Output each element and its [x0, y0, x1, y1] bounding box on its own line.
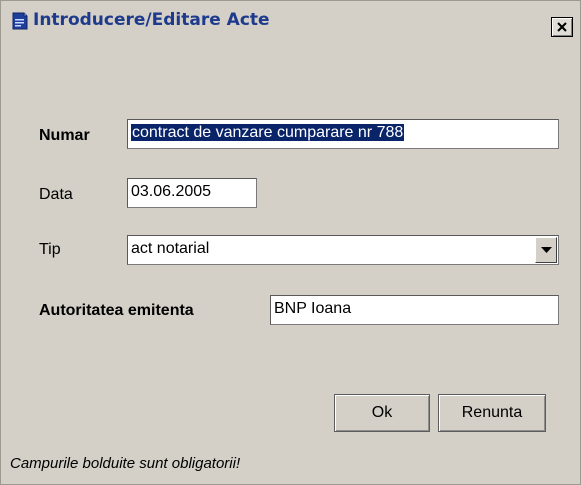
tip-selected-value: act notarial [131, 240, 210, 257]
tip-dropdown-button[interactable] [535, 237, 557, 263]
tip-select[interactable]: act notarial [127, 235, 559, 265]
ok-button[interactable]: Ok [334, 394, 430, 432]
data-input[interactable]: 03.06.2005 [127, 178, 257, 208]
cancel-button[interactable]: Renunta [438, 394, 546, 432]
numar-value: contract de vanzare cumparare nr 788 [131, 124, 405, 141]
dialog-window: Introducere/Editare Acte Numar contract … [0, 0, 581, 485]
autoritate-input[interactable]: BNP Ioana [270, 295, 559, 325]
data-label: Data [39, 186, 73, 203]
numar-input[interactable]: contract de vanzare cumparare nr 788 [127, 119, 559, 149]
close-button[interactable] [551, 17, 573, 37]
required-fields-note: Campurile bolduite sunt obligatorii! [10, 455, 241, 472]
close-icon [557, 22, 567, 32]
tip-label: Tip [39, 241, 61, 258]
data-value: 03.06.2005 [131, 183, 212, 200]
autoritate-value: BNP Ioana [274, 300, 352, 317]
numar-label: Numar [39, 127, 90, 144]
window-title: Introducere/Editare Acte [33, 10, 270, 30]
autoritate-label: Autoritatea emitenta [39, 302, 194, 319]
title-bar[interactable]: Introducere/Editare Acte [1, 1, 580, 39]
document-icon [10, 11, 30, 31]
chevron-down-icon [541, 247, 552, 253]
